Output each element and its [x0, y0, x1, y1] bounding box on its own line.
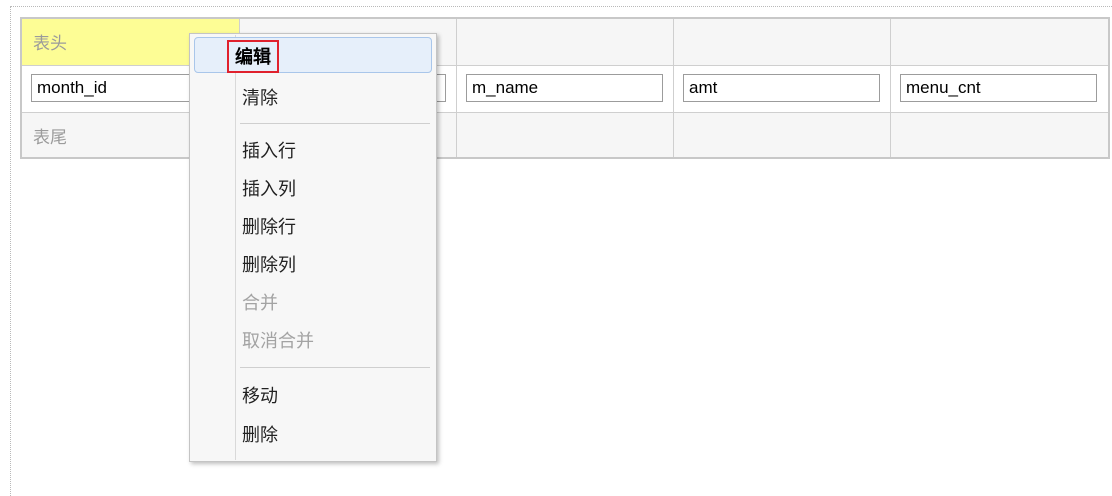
menu-item-label: 插入列: [242, 179, 296, 200]
header-cell[interactable]: [457, 19, 674, 66]
menu-item-label: 清除: [242, 88, 278, 109]
context-menu: 编辑 清除 插入行 插入列 删除行 删除列 合并 取消合并 移动 删除: [189, 33, 437, 462]
table-grid: 表头 month_id m_name amt menu_cnt 表尾: [20, 17, 1110, 159]
menu-item-label: 删除列: [242, 255, 296, 276]
data-row: month_id m_name amt menu_cnt: [22, 66, 1108, 113]
field-m-name[interactable]: m_name: [466, 74, 663, 102]
menu-item-label: 删除: [242, 425, 278, 446]
menu-item-insert-column[interactable]: 插入列: [194, 169, 432, 205]
footer-row: 表尾: [22, 113, 1108, 157]
menu-item-label: 移动: [242, 386, 278, 407]
data-cell[interactable]: m_name: [457, 66, 674, 113]
footer-cell[interactable]: [891, 113, 1108, 157]
header-cell[interactable]: [674, 19, 891, 66]
field-amt[interactable]: amt: [683, 74, 880, 102]
menu-item-unmerge: 取消合并: [194, 321, 432, 357]
menu-separator: [240, 367, 430, 368]
menu-item-edit[interactable]: 编辑: [194, 37, 432, 73]
data-cell[interactable]: menu_cnt: [891, 66, 1108, 113]
footer-cell[interactable]: [674, 113, 891, 157]
footer-label: 表尾: [33, 128, 67, 148]
header-label: 表头: [33, 34, 67, 54]
menu-item-move[interactable]: 移动: [194, 376, 432, 412]
menu-item-insert-row[interactable]: 插入行: [194, 131, 432, 167]
field-menu-cnt[interactable]: menu_cnt: [900, 74, 1097, 102]
menu-item-label: 编辑: [227, 40, 279, 73]
menu-item-label: 取消合并: [242, 331, 314, 352]
menu-item-label: 合并: [242, 293, 278, 314]
menu-item-delete-column[interactable]: 删除列: [194, 245, 432, 281]
menu-item-merge: 合并: [194, 283, 432, 319]
menu-item-clear[interactable]: 清除: [194, 78, 432, 114]
footer-cell[interactable]: [457, 113, 674, 157]
menu-item-delete-row[interactable]: 删除行: [194, 207, 432, 243]
header-row: 表头: [22, 19, 1108, 66]
header-cell[interactable]: [891, 19, 1108, 66]
menu-item-delete[interactable]: 删除: [194, 415, 432, 451]
menu-item-label: 插入行: [242, 141, 296, 162]
menu-item-label: 删除行: [242, 217, 296, 238]
menu-separator: [240, 123, 430, 124]
data-cell[interactable]: amt: [674, 66, 891, 113]
